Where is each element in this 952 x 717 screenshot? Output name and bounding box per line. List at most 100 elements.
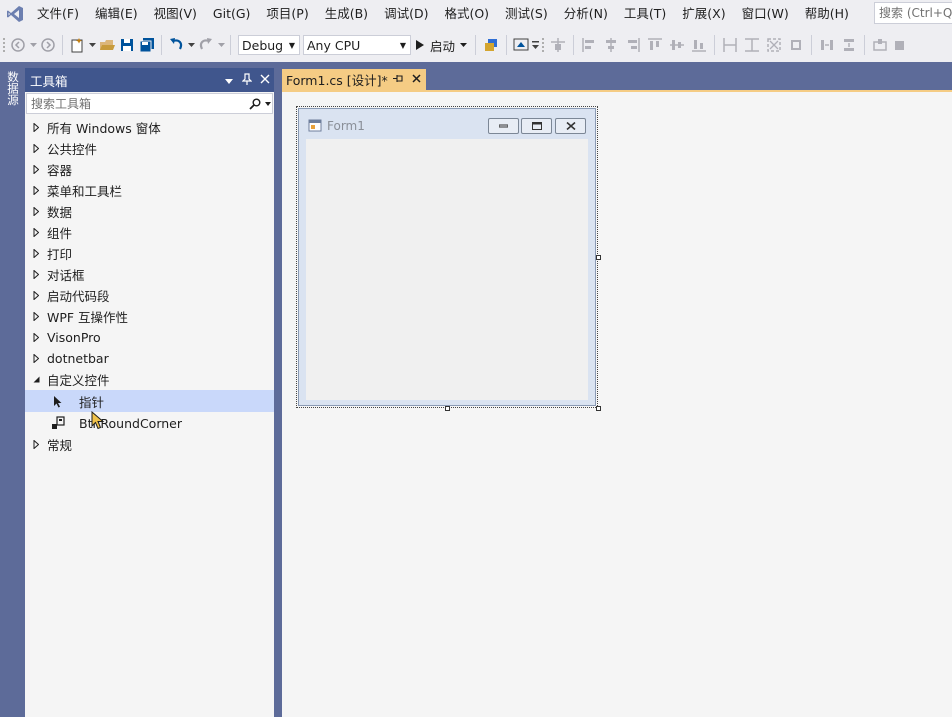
search-icon[interactable] — [247, 98, 263, 110]
menu-window[interactable]: 窗口(W) — [735, 0, 798, 28]
collapse-arrow-icon[interactable] — [25, 376, 47, 383]
toolbox-group-code-snippets[interactable]: 启动代码段 — [25, 285, 274, 306]
align-to-grid-icon[interactable] — [547, 34, 569, 56]
center-horizontally-icon[interactable] — [869, 34, 891, 56]
menu-view[interactable]: 视图(V) — [147, 0, 206, 28]
align-lefts-icon[interactable] — [578, 34, 600, 56]
visual-studio-logo-icon[interactable] — [0, 0, 30, 28]
expand-arrow-icon[interactable] — [25, 270, 47, 279]
toolbar-overflow-icon[interactable] — [531, 34, 539, 56]
toolbox-group-general[interactable]: 常规 — [25, 434, 274, 455]
save-all-icon[interactable] — [137, 34, 157, 56]
toolbox-item-btnroundcorner[interactable]: BtnRoundCorner — [25, 412, 274, 434]
expand-arrow-icon[interactable] — [25, 144, 47, 153]
expand-arrow-icon[interactable] — [25, 333, 47, 342]
tab-order-icon[interactable] — [511, 34, 531, 56]
align-tops-icon[interactable] — [644, 34, 666, 56]
toolbox-group-containers[interactable]: 容器 — [25, 159, 274, 180]
resize-handle-bottom-right[interactable] — [596, 406, 601, 411]
toolbox-group-wpf-interop[interactable]: WPF 互操作性 — [25, 306, 274, 327]
toolbox-group-printing[interactable]: 打印 — [25, 243, 274, 264]
menu-help[interactable]: 帮助(H) — [798, 0, 858, 28]
solution-configuration-select[interactable]: Debug ▼ — [238, 35, 300, 55]
expand-arrow-icon[interactable] — [25, 440, 47, 449]
panel-splitter[interactable] — [274, 62, 282, 717]
menu-edit[interactable]: 编辑(E) — [88, 0, 147, 28]
menu-analyze[interactable]: 分析(N) — [557, 0, 617, 28]
data-sources-tab[interactable]: 数据源 — [4, 66, 21, 110]
search-options-dropdown-icon[interactable] — [263, 101, 272, 106]
make-same-width-icon[interactable] — [719, 34, 741, 56]
expand-arrow-icon[interactable] — [25, 354, 47, 363]
menu-debug[interactable]: 调试(D) — [377, 0, 437, 28]
form-maximize-button[interactable] — [521, 118, 552, 134]
make-same-height-icon[interactable] — [741, 34, 763, 56]
horizontal-spacing-icon[interactable] — [816, 34, 838, 56]
toolbox-search-input[interactable]: 搜索工具箱 — [26, 93, 273, 114]
menu-build[interactable]: 生成(B) — [318, 0, 377, 28]
menu-test[interactable]: 测试(S) — [498, 0, 557, 28]
expand-arrow-icon[interactable] — [25, 249, 47, 258]
menu-format[interactable]: 格式(O) — [437, 0, 498, 28]
expand-arrow-icon[interactable] — [25, 207, 47, 216]
designed-form-window[interactable]: Form1 — [298, 108, 596, 406]
toolbox-item-pointer[interactable]: 指针 — [25, 390, 274, 412]
toolbox-group-dotnetbar[interactable]: dotnetbar — [25, 348, 274, 369]
menu-extensions[interactable]: 扩展(X) — [675, 0, 734, 28]
expand-arrow-icon[interactable] — [25, 123, 47, 132]
toolbox-group-components[interactable]: 组件 — [25, 222, 274, 243]
auto-hide-pin-icon[interactable] — [238, 72, 256, 88]
resize-handle-bottom[interactable] — [445, 406, 450, 411]
toolbar-grip-icon[interactable] — [539, 34, 547, 56]
undo-icon[interactable] — [166, 34, 186, 56]
redo-dropdown-icon[interactable] — [216, 34, 226, 56]
make-same-size-icon[interactable] — [763, 34, 785, 56]
redo-icon[interactable] — [196, 34, 216, 56]
window-position-dropdown-icon[interactable] — [220, 74, 238, 87]
form-close-button[interactable] — [555, 118, 586, 134]
global-search-input[interactable]: 搜索 (Ctrl+Q) — [874, 2, 952, 24]
vertical-spacing-icon[interactable] — [838, 34, 860, 56]
navigate-back-icon[interactable] — [8, 34, 28, 56]
solution-platform-select[interactable]: Any CPU ▼ — [303, 35, 411, 55]
menu-tools[interactable]: 工具(T) — [617, 0, 675, 28]
expand-arrow-icon[interactable] — [25, 165, 47, 174]
navigate-back-dropdown-icon[interactable] — [28, 34, 38, 56]
save-icon[interactable] — [117, 34, 137, 56]
open-file-icon[interactable] — [97, 34, 117, 56]
document-tab-form1-designer[interactable]: Form1.cs [设计]* — [282, 69, 426, 90]
toolbox-group-visonpro[interactable]: VisonPro — [25, 327, 274, 348]
menu-file[interactable]: 文件(F) — [30, 0, 88, 28]
form-client-area[interactable] — [306, 139, 588, 400]
size-to-grid-icon[interactable] — [785, 34, 807, 56]
toolbox-group-all-windows-forms[interactable]: 所有 Windows 窗体 — [25, 117, 274, 138]
align-middles-icon[interactable] — [666, 34, 688, 56]
form-minimize-button[interactable] — [488, 118, 519, 134]
align-bottoms-icon[interactable] — [688, 34, 710, 56]
close-toolbox-icon[interactable] — [256, 74, 274, 87]
start-debugging-button[interactable]: 启动 — [411, 34, 471, 56]
toolbox-group-menus-toolbars[interactable]: 菜单和工具栏 — [25, 180, 274, 201]
close-tab-icon[interactable] — [406, 72, 426, 87]
bring-to-front-icon[interactable] — [891, 34, 909, 56]
align-rights-icon[interactable] — [622, 34, 644, 56]
toolbox-group-data[interactable]: 数据 — [25, 201, 274, 222]
new-project-dropdown-icon[interactable] — [87, 34, 97, 56]
resize-handle-right[interactable] — [596, 255, 601, 260]
toolbox-group-dialogs[interactable]: 对话框 — [25, 264, 274, 285]
expand-arrow-icon[interactable] — [25, 291, 47, 300]
menu-git[interactable]: Git(G) — [206, 0, 260, 28]
expand-arrow-icon[interactable] — [25, 228, 47, 237]
undo-dropdown-icon[interactable] — [186, 34, 196, 56]
new-project-icon[interactable] — [67, 34, 87, 56]
browser-link-icon[interactable] — [480, 34, 502, 56]
toolbar-grip-icon[interactable] — [0, 34, 8, 56]
expand-arrow-icon[interactable] — [25, 312, 47, 321]
align-centers-icon[interactable] — [600, 34, 622, 56]
navigate-forward-icon[interactable] — [38, 34, 58, 56]
toolbox-group-common-controls[interactable]: 公共控件 — [25, 138, 274, 159]
expand-arrow-icon[interactable] — [25, 186, 47, 195]
pin-tab-icon[interactable] — [390, 74, 406, 86]
menu-project[interactable]: 项目(P) — [259, 0, 317, 28]
toolbox-group-custom-controls[interactable]: 自定义控件 — [25, 369, 274, 390]
